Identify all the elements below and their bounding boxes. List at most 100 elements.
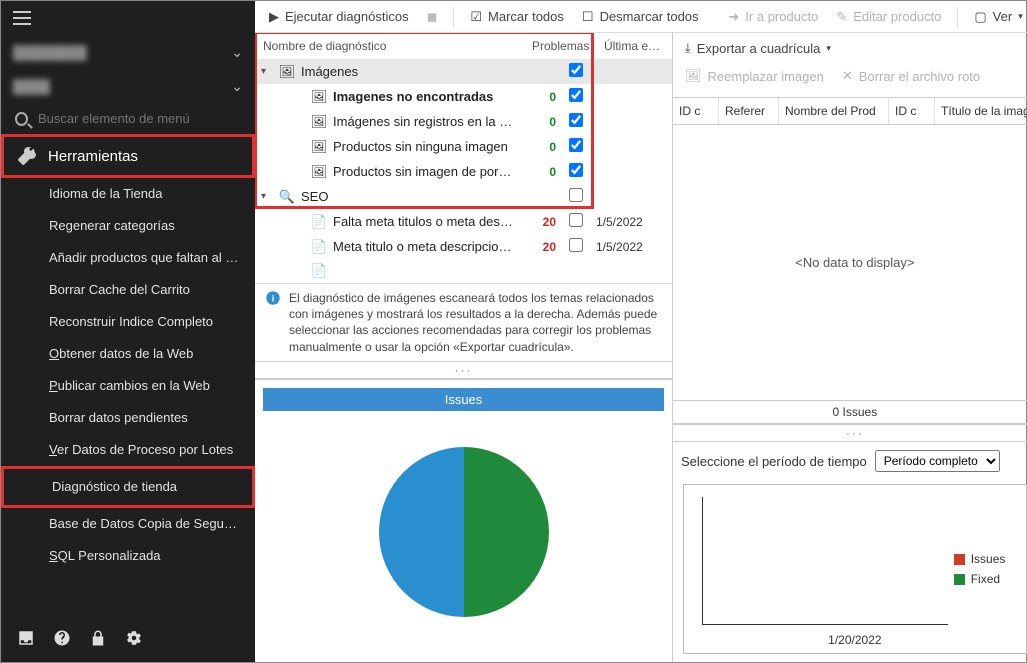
horizontal-splitter[interactable]: ··· — [673, 424, 1027, 442]
gear-icon[interactable] — [125, 629, 143, 650]
dropdown-caret-icon: ▾ — [826, 43, 831, 54]
swatch-fixed — [954, 574, 965, 585]
product-noimg-icon: 🖼 — [311, 139, 327, 155]
run-diagnostics-button[interactable]: ▶ Ejecutar diagnósticos — [263, 7, 415, 27]
menu-toggle[interactable] — [1, 1, 255, 35]
play-icon: ▶ — [269, 9, 279, 25]
sidebar-section-title: Herramientas — [48, 148, 138, 165]
tree-group-seo[interactable]: ▾ 🔍 SEO — [255, 184, 672, 209]
sidebar-search[interactable] — [1, 103, 255, 134]
item-checkbox[interactable] — [569, 163, 583, 177]
caret-down-icon[interactable]: ▾ — [261, 66, 273, 77]
sidebar-section-tools[interactable]: Herramientas — [1, 134, 255, 178]
search-input[interactable] — [38, 111, 241, 126]
col-referer[interactable]: Referer — [719, 98, 779, 124]
tree-item-images-no-record[interactable]: 🖼 Imágenes sin registros en la base 0 — [255, 109, 672, 134]
replace-icon: 🖼 — [685, 68, 702, 84]
item-checkbox[interactable] — [569, 113, 583, 127]
legend-fixed: Fixed — [954, 572, 1018, 586]
item-label: Imágenes sin registros en la base — [333, 114, 514, 129]
tree-item-meta-title-desc[interactable]: 📄 Meta titulo o meta descripciones 20 1/… — [255, 234, 672, 259]
mark-all-button[interactable]: ☑ Marcar todos — [464, 7, 570, 27]
close-icon: ✕ — [842, 68, 853, 84]
item-count: 20 — [520, 215, 556, 229]
unmark-all-button[interactable]: ☐ Desmarcar todos — [576, 7, 705, 27]
item-count: 0 — [520, 115, 556, 129]
sidebar-item-add-missing-products[interactable]: Añadir productos que faltan al ín… — [1, 242, 255, 274]
tree-item-cut[interactable]: 📄 — [255, 259, 672, 283]
item-count: 0 — [520, 165, 556, 179]
sidebar-account-selector[interactable]: ████ ⌄ — [1, 69, 255, 103]
period-label: Seleccione el período de tiempo — [681, 454, 867, 469]
results-grid-body: <No data to display> — [673, 125, 1027, 401]
sidebar-item-clear-pending[interactable]: Borrar datos pendientes — [1, 402, 255, 434]
diagnostics-header-row: Nombre de diagnóstico Problemas Última e… — [255, 33, 672, 59]
tree-item-products-no-cover[interactable]: 🖼 Productos sin imagen de portada 0 — [255, 159, 672, 184]
timeline-chart: Issues Fixed 1/20/2022 — [683, 484, 1027, 654]
tree-item-products-no-image[interactable]: 🖼 Productos sin ninguna imagen 0 — [255, 134, 672, 159]
group-seo-checkbox[interactable] — [569, 188, 583, 202]
issues-chart-panel: Issues — [255, 379, 672, 662]
sidebar-item-regen-categories[interactable]: Regenerar categorías — [1, 210, 255, 242]
issues-chart-title: Issues — [263, 388, 664, 411]
info-message: i El diagnóstico de imágenes escaneará t… — [255, 283, 672, 361]
item-label: Productos sin imagen de portada — [333, 164, 514, 179]
no-data-label: <No data to display> — [795, 255, 914, 270]
sidebar-item-get-web-data[interactable]: Obtener datos de la Web — [1, 338, 255, 370]
period-select[interactable]: Período completo — [875, 450, 1000, 472]
col-id2[interactable]: ID c — [889, 98, 935, 124]
edit-product-button[interactable]: ✎ Editar producto — [830, 7, 947, 27]
image-db-icon: 🖼 — [311, 114, 327, 130]
item-label: Falta meta titulos o meta descripc — [333, 214, 514, 229]
col-product-name[interactable]: Nombre del Prod — [779, 98, 889, 124]
caret-down-icon[interactable]: ▾ — [261, 191, 273, 202]
group-images-checkbox[interactable] — [569, 63, 583, 77]
sidebar: ████████ ⌄ ████ ⌄ Herramientas Idioma de… — [1, 1, 255, 662]
item-checkbox[interactable] — [569, 88, 583, 102]
window-icon: ▢ — [974, 9, 986, 25]
timeline-x-label: 1/20/2022 — [828, 633, 881, 647]
sidebar-item-rebuild-index[interactable]: Reconstruir Indice Completo — [1, 306, 255, 338]
item-label: Productos sin ninguna imagen — [333, 139, 514, 154]
col-image-title[interactable]: Título de la imag — [935, 98, 1027, 124]
checklist-icon: ☑ — [470, 9, 482, 25]
sidebar-item-custom-sql[interactable]: SQL Personalizada — [1, 540, 255, 572]
pie-chart-area — [263, 411, 664, 654]
stop-button[interactable]: ◼ — [421, 7, 444, 27]
col-id[interactable]: ID c — [673, 98, 719, 124]
sidebar-item-batch-data[interactable]: Ver Datos de Proceso por Lotes — [1, 434, 255, 466]
chevron-down-icon: ⌄ — [231, 44, 243, 61]
view-menu-button[interactable]: ▢ Ver ▾ — [968, 7, 1027, 27]
tree-item-missing-meta[interactable]: 📄 Falta meta titulos o meta descripc 20 … — [255, 209, 672, 234]
item-checkbox[interactable] — [569, 238, 583, 252]
export-grid-button[interactable]: ⤓ Exportar a cuadrícula ▾ — [679, 38, 837, 58]
item-count: 0 — [520, 140, 556, 154]
export-grid-label: Exportar a cuadrícula — [697, 41, 821, 56]
lock-icon[interactable] — [89, 629, 107, 650]
go-to-product-button[interactable]: ➜ Ir a producto — [722, 7, 824, 27]
tree-group-images[interactable]: ▾ 🖼 Imágenes — [255, 59, 672, 84]
sidebar-item-clear-cart-cache[interactable]: Borrar Cache del Carrito — [1, 274, 255, 306]
hamburger-icon — [13, 11, 31, 25]
replace-image-button[interactable]: 🖼 Reemplazar imagen — [679, 66, 830, 86]
sidebar-item-store-diagnostics[interactable]: Diagnóstico de tienda — [1, 466, 255, 508]
view-label: Ver — [993, 9, 1013, 24]
item-checkbox[interactable] — [569, 138, 583, 152]
horizontal-splitter[interactable]: ··· — [255, 361, 672, 379]
sidebar-item-publish-web[interactable]: Publicar cambios en la Web — [1, 370, 255, 402]
svg-text:i: i — [272, 293, 275, 303]
item-checkbox[interactable] — [569, 213, 583, 227]
chevron-down-icon: ⌄ — [231, 78, 243, 95]
separator — [453, 7, 454, 27]
sidebar-item-db-backup[interactable]: Base de Datos Copia de Seguridad… — [1, 508, 255, 540]
meta-icon: 📄 — [311, 263, 327, 279]
results-grid-header: ID c Referer Nombre del Prod ID c Título… — [673, 97, 1027, 125]
sidebar-store-selector[interactable]: ████████ ⌄ — [1, 35, 255, 69]
tree-item-images-not-found[interactable]: 🖼 Imagenes no encontradas 0 — [255, 84, 672, 109]
inbox-icon[interactable] — [17, 629, 35, 650]
help-icon[interactable] — [53, 629, 71, 650]
go-to-product-label: Ir a producto — [745, 9, 818, 24]
delete-broken-file-button[interactable]: ✕ Borrar el archivo roto — [836, 66, 986, 86]
sidebar-item-language[interactable]: Idioma de la Tienda — [1, 178, 255, 210]
image-group-icon: 🖼 — [279, 64, 295, 80]
